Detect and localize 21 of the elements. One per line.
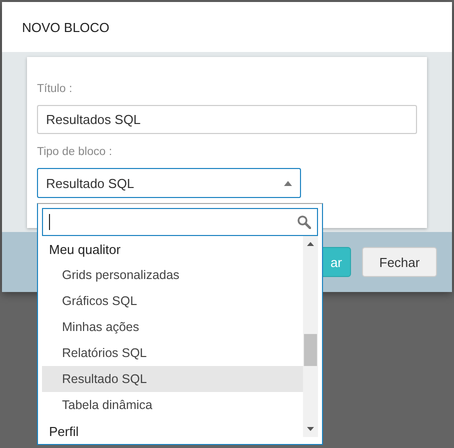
- caret-icon: [284, 180, 292, 186]
- title-input-field[interactable]: Resultados SQL: [37, 105, 417, 134]
- field-label: Tipo de bloco :: [37, 146, 112, 158]
- block-type-select[interactable]: Resultado SQL: [37, 168, 301, 198]
- scroll-thumb[interactable]: [304, 334, 317, 366]
- scrollbar[interactable]: [303, 236, 318, 437]
- search-icon: [297, 215, 311, 229]
- dropdown-option[interactable]: Tabela dinâmica: [42, 392, 303, 418]
- dropdown-option[interactable]: Relatórios SQL: [42, 340, 303, 366]
- search-field[interactable]: [42, 208, 318, 236]
- group-header: Meu qualitor: [48, 240, 122, 259]
- dropdown-option[interactable]: Grids personalizadas: [42, 262, 303, 288]
- dialog-title: NOVO BLOCO: [22, 20, 110, 34]
- dropdown-option[interactable]: Minhas ações: [42, 314, 303, 340]
- dropdown-option[interactable]: Resultado SQL: [42, 366, 303, 392]
- group-header: Perfil: [48, 422, 80, 437]
- dropdown-option[interactable]: Gráficos SQL: [42, 288, 303, 314]
- scroll-down-icon[interactable]: [307, 427, 314, 431]
- field-label: Título :: [37, 83, 72, 95]
- close-button[interactable]: Fechar: [362, 247, 437, 277]
- scroll-up-icon[interactable]: [307, 242, 314, 246]
